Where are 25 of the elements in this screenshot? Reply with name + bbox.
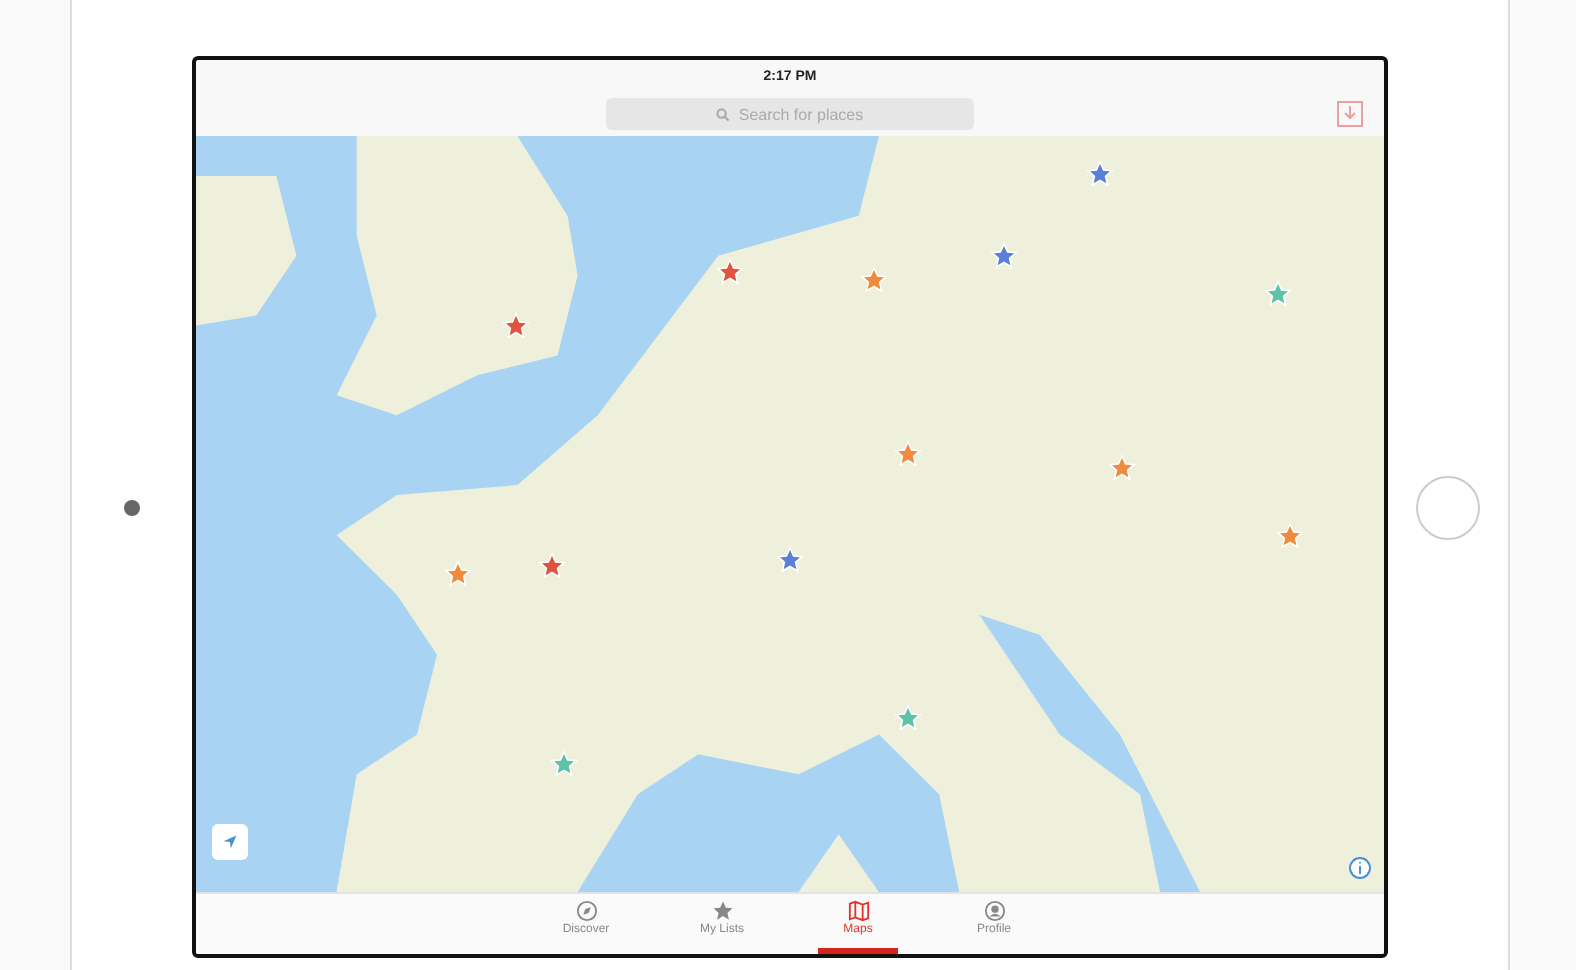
search-icon xyxy=(716,107,731,121)
star-pin-icon[interactable] xyxy=(859,265,888,294)
search-field[interactable]: Search for places xyxy=(606,98,974,130)
star-pin-icon[interactable] xyxy=(894,704,923,733)
star-pin-icon[interactable] xyxy=(1108,454,1137,483)
star-pin-icon[interactable] xyxy=(1275,522,1304,551)
home-button[interactable] xyxy=(1416,475,1481,539)
star-pin-icon[interactable] xyxy=(776,545,804,574)
compass-icon xyxy=(575,900,597,922)
profile-icon xyxy=(983,900,1005,922)
camera-dot xyxy=(123,499,140,515)
download-icon[interactable] xyxy=(1336,100,1365,128)
star-pin-icon[interactable] xyxy=(1085,159,1114,188)
star-pin-icon[interactable] xyxy=(990,242,1018,271)
star-icon xyxy=(711,900,733,922)
star-pin-icon[interactable] xyxy=(538,552,567,581)
location-button[interactable] xyxy=(211,824,248,860)
star-pin-icon[interactable] xyxy=(894,439,923,468)
star-pin-icon[interactable] xyxy=(550,749,579,778)
star-pin-icon[interactable] xyxy=(716,258,745,287)
star-pin-icon[interactable] xyxy=(1263,280,1292,309)
map-icon xyxy=(847,900,869,922)
star-pin-icon[interactable] xyxy=(443,560,472,589)
star-pin-icon[interactable] xyxy=(502,311,531,339)
location-arrow-icon xyxy=(221,834,238,850)
